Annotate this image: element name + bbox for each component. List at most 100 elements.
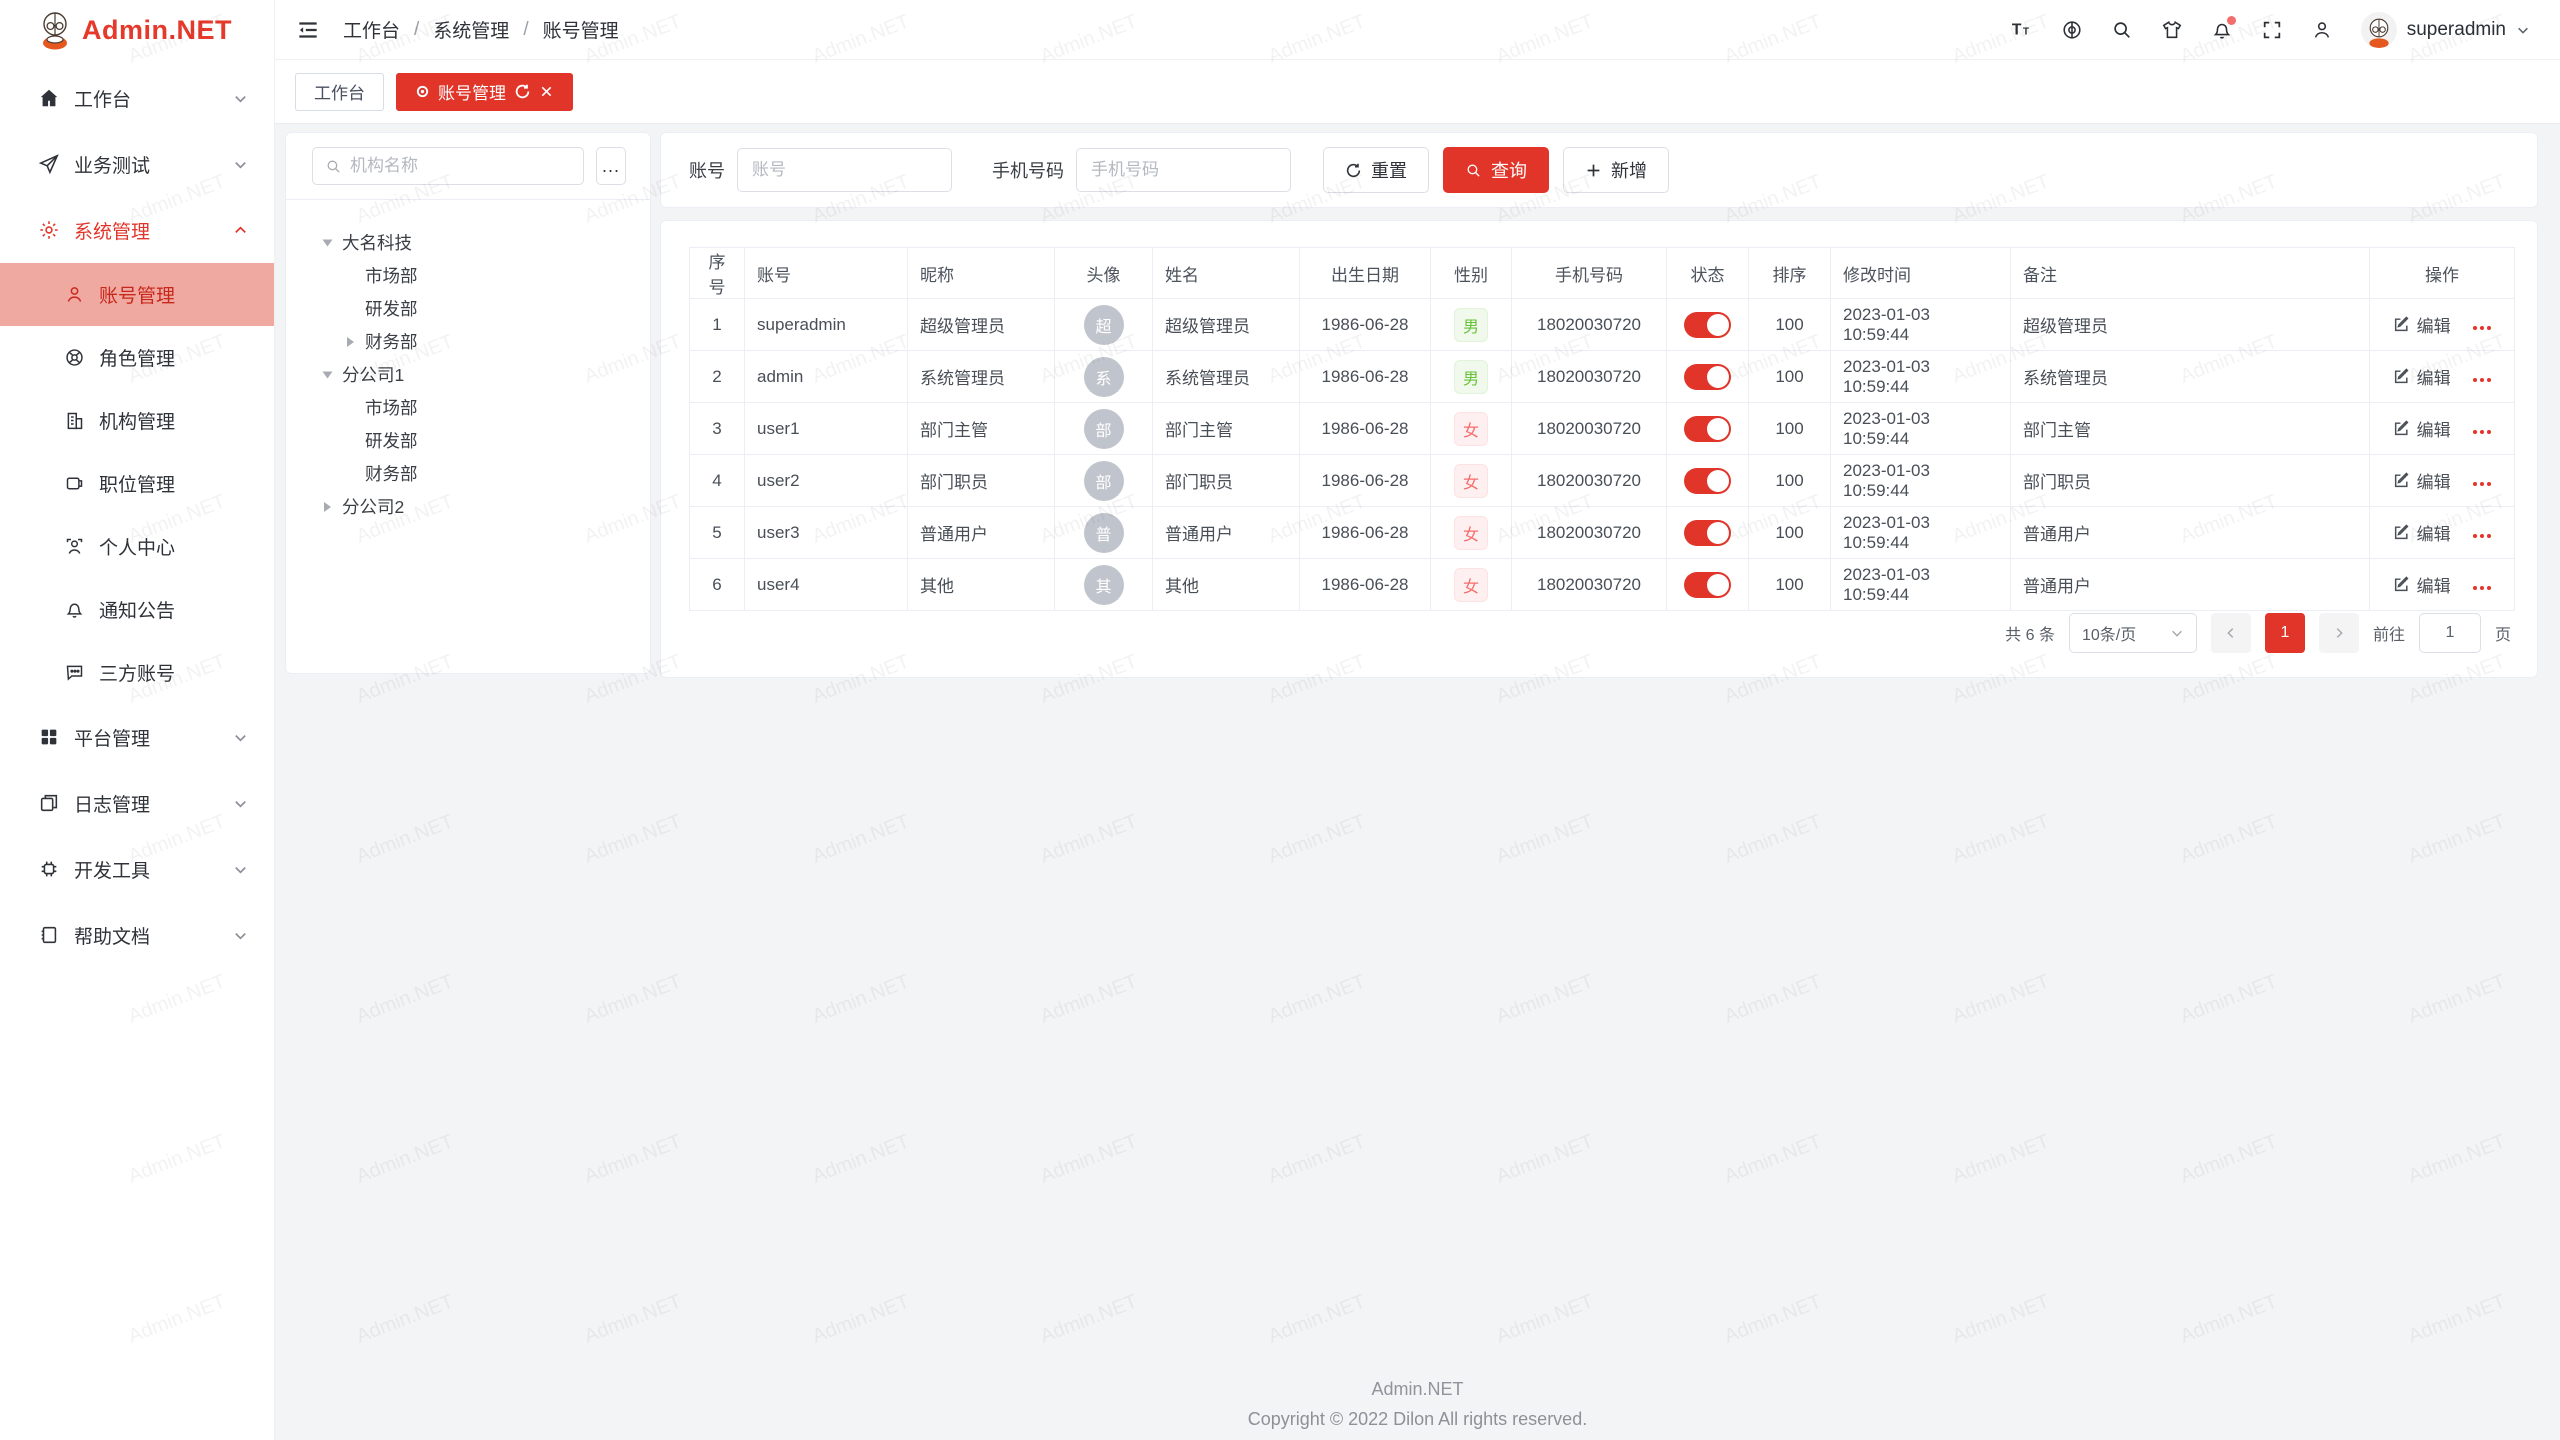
more-actions-icon[interactable] — [2473, 378, 2491, 382]
avatar: 其 — [1084, 565, 1124, 605]
sidebar-item-org-management[interactable]: 机构管理 — [0, 389, 274, 452]
logo-title: Admin.NET — [82, 15, 232, 46]
caret-collapsed-icon[interactable] — [342, 334, 358, 350]
org-more-button[interactable]: ... — [596, 147, 626, 185]
sidebar-item-account-management[interactable]: 账号管理 — [0, 263, 274, 326]
sidebar-item-log-management[interactable]: 日志管理 — [0, 770, 274, 836]
chevron-down-icon — [233, 796, 248, 811]
collapse-menu-icon[interactable] — [295, 17, 321, 43]
svg-text:T: T — [2023, 26, 2030, 37]
breadcrumb-item[interactable]: 账号管理 — [543, 16, 619, 43]
app-logo[interactable]: Admin.NET — [0, 0, 274, 60]
status-toggle[interactable] — [1684, 468, 1731, 494]
sidebar: Admin.NET 工作台 业务测试 — [0, 0, 275, 1440]
pagination: 共 6 条 10条/页 1 前往 页 — [2005, 613, 2511, 653]
more-actions-icon[interactable] — [2473, 326, 2491, 330]
avatar: 普 — [1084, 513, 1124, 553]
sidebar-item-notice[interactable]: 通知公告 — [0, 578, 274, 641]
goto-page-input[interactable] — [2419, 613, 2481, 653]
table-row: 2 admin 系统管理员 系 系统管理员 1986-06-28 男 18020… — [690, 351, 2515, 403]
col-avatar: 头像 — [1055, 248, 1153, 299]
table-row: 6 user4 其他 其 其他 1986-06-28 女 18020030720… — [690, 559, 2515, 611]
breadcrumb-item[interactable]: 工作台 — [343, 16, 400, 43]
page-number-1[interactable]: 1 — [2265, 613, 2305, 653]
more-actions-icon[interactable] — [2473, 586, 2491, 590]
edit-button[interactable]: 编辑 — [2393, 312, 2451, 337]
gender-badge: 男 — [1454, 360, 1488, 394]
tab-workbench[interactable]: 工作台 — [295, 73, 384, 111]
edit-button[interactable]: 编辑 — [2393, 572, 2451, 597]
sidebar-item-position-management[interactable]: 职位管理 — [0, 452, 274, 515]
sidebar-item-help-docs[interactable]: 帮助文档 — [0, 902, 274, 968]
language-icon[interactable] — [2061, 19, 2083, 41]
sidebar-item-dev-tools[interactable]: 开发工具 — [0, 836, 274, 902]
avatar: 部 — [1084, 409, 1124, 449]
sidebar-item-label: 业务测试 — [74, 151, 233, 178]
avatar: 部 — [1084, 461, 1124, 501]
user-icon — [64, 284, 85, 305]
tree-node[interactable]: 市场部 — [286, 259, 650, 292]
tree-node[interactable]: 研发部 — [286, 292, 650, 325]
reset-button[interactable]: 重置 — [1323, 147, 1429, 193]
next-page-button[interactable] — [2319, 613, 2359, 653]
phone-input[interactable] — [1076, 148, 1291, 192]
status-toggle[interactable] — [1684, 364, 1731, 390]
col-account: 账号 — [745, 248, 908, 299]
edit-button[interactable]: 编辑 — [2393, 416, 2451, 441]
user-icon[interactable] — [2311, 19, 2333, 41]
prev-page-button[interactable] — [2211, 613, 2251, 653]
col-index: 序号 — [690, 248, 745, 299]
active-dot-icon — [415, 84, 430, 99]
status-toggle[interactable] — [1684, 312, 1731, 338]
caret-expanded-icon[interactable] — [319, 235, 335, 251]
search-icon[interactable] — [2111, 19, 2133, 41]
status-toggle[interactable] — [1684, 520, 1731, 546]
pagination-total: 共 6 条 — [2005, 621, 2055, 645]
notification-bell-icon[interactable] — [2211, 19, 2233, 41]
edit-button[interactable]: 编辑 — [2393, 364, 2451, 389]
status-toggle[interactable] — [1684, 416, 1731, 442]
sidebar-item-third-party-account[interactable]: 三方账号 — [0, 641, 274, 704]
tree-node[interactable]: 财务部 — [286, 457, 650, 490]
theme-skin-icon[interactable] — [2161, 19, 2183, 41]
close-icon[interactable] — [539, 84, 554, 99]
add-button[interactable]: 新增 — [1563, 147, 1669, 193]
caret-expanded-icon[interactable] — [319, 367, 335, 383]
sidebar-item-system-management[interactable]: 系统管理 — [0, 197, 274, 263]
refresh-icon[interactable] — [514, 83, 531, 100]
tree-node[interactable]: 分公司2 — [286, 490, 650, 523]
tree-node[interactable]: 大名科技 — [286, 226, 650, 259]
tab-account-management[interactable]: 账号管理 — [396, 73, 573, 111]
send-icon — [38, 153, 60, 175]
sidebar-item-personal-center[interactable]: 个人中心 — [0, 515, 274, 578]
account-input[interactable] — [737, 148, 952, 192]
username: superadmin — [2407, 19, 2506, 41]
sidebar-item-platform-management[interactable]: 平台管理 — [0, 704, 274, 770]
more-actions-icon[interactable] — [2473, 534, 2491, 538]
tree-node[interactable]: 市场部 — [286, 391, 650, 424]
tree-node[interactable]: 分公司1 — [286, 358, 650, 391]
edit-button[interactable]: 编辑 — [2393, 468, 2451, 493]
breadcrumb: 工作台 / 系统管理 / 账号管理 — [343, 16, 619, 43]
fullscreen-icon[interactable] — [2261, 19, 2283, 41]
more-actions-icon[interactable] — [2473, 482, 2491, 486]
edit-button[interactable]: 编辑 — [2393, 520, 2451, 545]
font-size-icon[interactable]: TT — [2011, 19, 2033, 41]
user-menu[interactable]: superadmin — [2361, 12, 2530, 48]
sidebar-item-workbench[interactable]: 工作台 — [0, 65, 274, 131]
query-button[interactable]: 查询 — [1443, 147, 1549, 193]
footer-copyright: Copyright © 2022 Dilon All rights reserv… — [275, 1409, 2560, 1430]
svg-text:T: T — [2012, 21, 2022, 38]
status-toggle[interactable] — [1684, 572, 1731, 598]
page-size-select[interactable]: 10条/页 — [2069, 613, 2197, 653]
sidebar-item-label: 角色管理 — [99, 344, 175, 371]
tree-node[interactable]: 研发部 — [286, 424, 650, 457]
caret-collapsed-icon[interactable] — [319, 499, 335, 515]
breadcrumb-item[interactable]: 系统管理 — [433, 16, 509, 43]
more-actions-icon[interactable] — [2473, 430, 2491, 434]
sidebar-item-role-management[interactable]: 角色管理 — [0, 326, 274, 389]
sidebar-item-business-test[interactable]: 业务测试 — [0, 131, 274, 197]
tree-node[interactable]: 财务部 — [286, 325, 650, 358]
org-search-input[interactable] — [350, 156, 571, 176]
sidebar-menu: 工作台 业务测试 系统管理 — [0, 60, 274, 968]
